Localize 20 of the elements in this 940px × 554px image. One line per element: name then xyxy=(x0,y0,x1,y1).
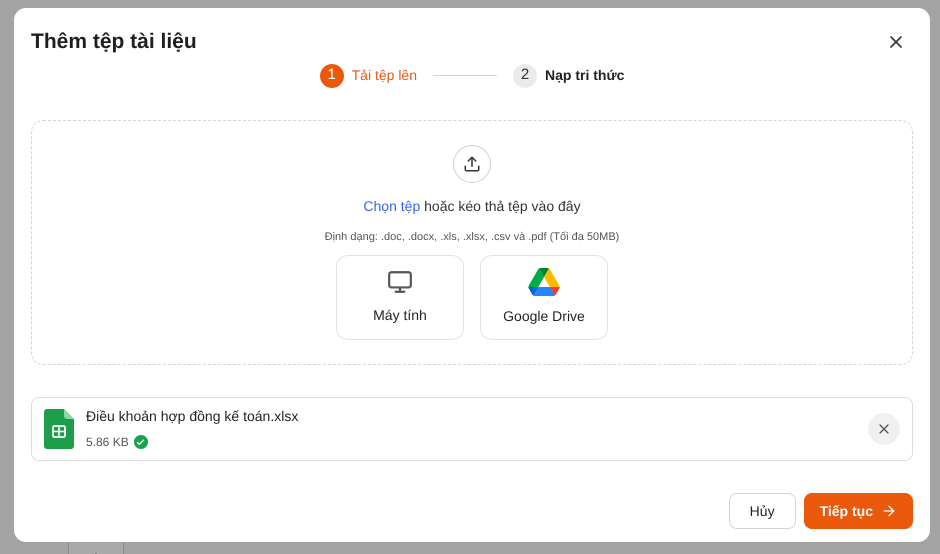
format-hint: Định dạng: .doc, .docx, .xls, .xlsx, .csv và .pdf (Tối đa 50MB) xyxy=(324,230,620,244)
spreadsheet-file-icon xyxy=(44,408,74,448)
cancel-button[interactable]: Hủy xyxy=(728,493,796,529)
step-number: 2 xyxy=(513,64,537,88)
source-button[interactable]: Máy tính xyxy=(336,255,464,340)
step-number: 1 xyxy=(320,64,344,88)
step-label: Tải tệp lên xyxy=(352,66,417,85)
dropzone[interactable]: Chọn tệp hoặc kéo thả tệp vào đây Định dạng: .doc, .docx, .xls, .xlsx, .csv và .pdf (Tối đa 50MB) Máy tính Google Drive xyxy=(31,120,913,364)
source-button[interactable]: Google Drive xyxy=(480,255,608,340)
monitor-icon xyxy=(387,269,413,295)
dropzone-text: Chọn tệp hoặc kéo thả tệp vào đây xyxy=(363,196,581,216)
choose-file-link[interactable]: Chọn tệp xyxy=(363,198,420,214)
remove-file-button[interactable] xyxy=(868,412,900,444)
dialog-title: Thêm tệp tài liệu xyxy=(31,29,197,55)
file-size: 5.86 KB xyxy=(86,434,129,451)
file-name: Điều khoản hợp đồng kế toán.xlsx xyxy=(86,407,300,426)
step-label: Nạp tri thức xyxy=(545,66,624,85)
drive-logo-icon xyxy=(528,268,560,296)
next-button[interactable]: Tiếp tục xyxy=(804,493,913,529)
upload-icon xyxy=(453,144,491,182)
